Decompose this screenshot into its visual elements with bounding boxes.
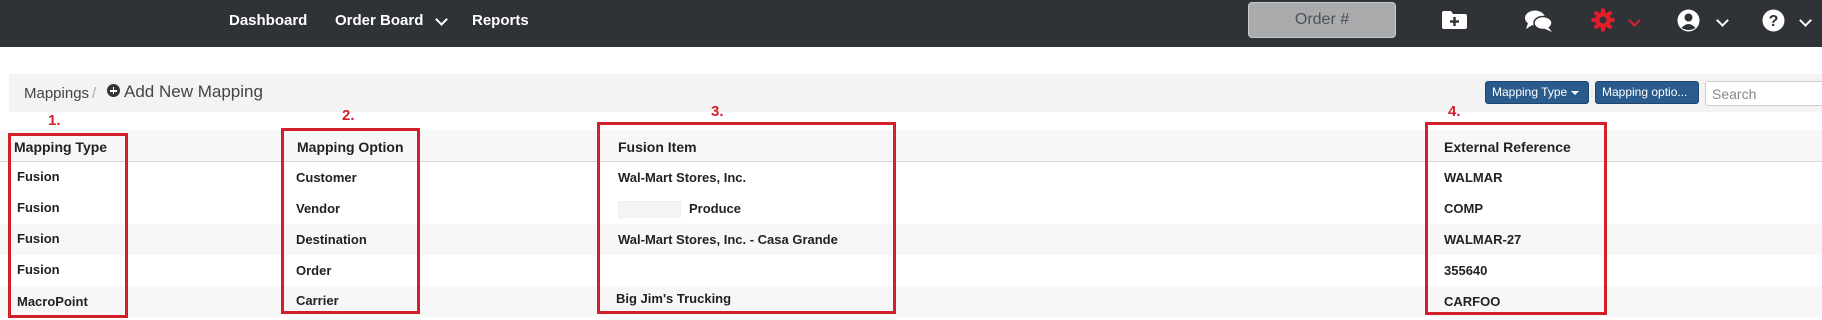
top-navbar: Dashboard Order Board Reports Order # ? <box>0 0 1822 47</box>
mapping-type-filter-button[interactable]: Mapping Type <box>1485 81 1589 104</box>
user-chevron-down-icon[interactable] <box>1716 14 1729 27</box>
user-icon[interactable] <box>1677 9 1700 32</box>
annotation-box-1 <box>8 133 128 318</box>
mapping-type-filter-label: Mapping Type <box>1492 85 1568 99</box>
add-new-mapping-link[interactable]: Add New Mapping <box>107 82 263 102</box>
chat-icon[interactable] <box>1524 9 1554 33</box>
breadcrumb-mappings-link[interactable]: Mappings <box>24 85 89 102</box>
help-icon[interactable]: ? <box>1762 9 1785 32</box>
annotation-label-2: 2. <box>342 107 355 124</box>
add-new-mapping-label: Add New Mapping <box>124 82 263 101</box>
annotation-box-3 <box>597 122 896 314</box>
mapping-option-filter-label: Mapping optio... <box>1602 85 1688 99</box>
mapping-option-filter-button[interactable]: Mapping optio... <box>1595 81 1699 104</box>
plus-circle-icon <box>107 84 120 98</box>
folder-plus-icon[interactable] <box>1441 10 1468 30</box>
nav-dashboard-link[interactable]: Dashboard <box>229 12 307 29</box>
gear-chevron-down-icon[interactable] <box>1628 14 1641 27</box>
svg-text:?: ? <box>1769 13 1779 30</box>
annotation-label-1: 1. <box>48 112 61 129</box>
gear-icon[interactable] <box>1591 8 1615 32</box>
nav-order-board-link[interactable]: Order Board <box>335 12 423 29</box>
help-chevron-down-icon[interactable] <box>1799 14 1812 27</box>
breadcrumb-separator: / <box>92 85 97 102</box>
nav-reports-link[interactable]: Reports <box>472 12 529 29</box>
annotation-label-4: 4. <box>1448 103 1461 120</box>
order-number-input[interactable] <box>1248 2 1396 38</box>
annotation-box-4 <box>1425 122 1607 315</box>
annotation-box-2 <box>281 128 420 314</box>
search-input[interactable] <box>1705 81 1822 106</box>
caret-down-icon <box>1571 90 1580 95</box>
chevron-down-icon[interactable] <box>435 13 448 26</box>
annotation-label-3: 3. <box>711 103 724 120</box>
